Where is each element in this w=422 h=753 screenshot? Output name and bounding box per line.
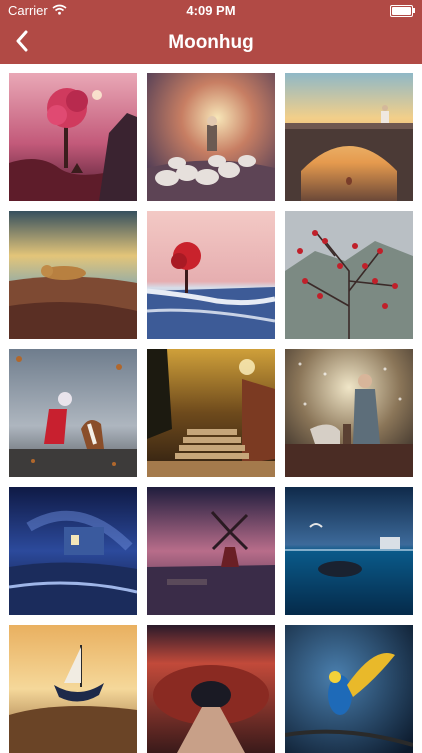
tile-stone-bridge[interactable] [285, 73, 413, 201]
tile-woman-with-horse[interactable] [285, 349, 413, 477]
tile-girl-with-dog[interactable] [9, 349, 137, 477]
photo-grid [9, 73, 414, 753]
tile-stairway-ruins[interactable] [147, 349, 275, 477]
tile-windmill[interactable] [147, 487, 275, 615]
tile-underwater-whale[interactable] [285, 487, 413, 615]
top-bar: Carrier 4:09 PM Moonhug [0, 0, 422, 64]
navigation-bar: Moonhug [0, 22, 422, 64]
tile-lion-landscape[interactable] [9, 211, 137, 339]
tile-blue-cabin[interactable] [9, 487, 137, 615]
battery-icon [390, 5, 415, 17]
tile-sheep-herd[interactable] [147, 73, 275, 201]
tile-parrot[interactable] [285, 625, 413, 753]
tile-flying-boat[interactable] [9, 625, 137, 753]
status-bar: Carrier 4:09 PM [0, 0, 422, 22]
page-title: Moonhug [168, 32, 254, 53]
tile-pink-tree-deer[interactable] [9, 73, 137, 201]
tile-red-berries-branches[interactable] [285, 211, 413, 339]
tile-red-tree-snow[interactable] [147, 211, 275, 339]
tile-red-tunnel[interactable] [147, 625, 275, 753]
status-time: 4:09 PM [186, 3, 236, 18]
